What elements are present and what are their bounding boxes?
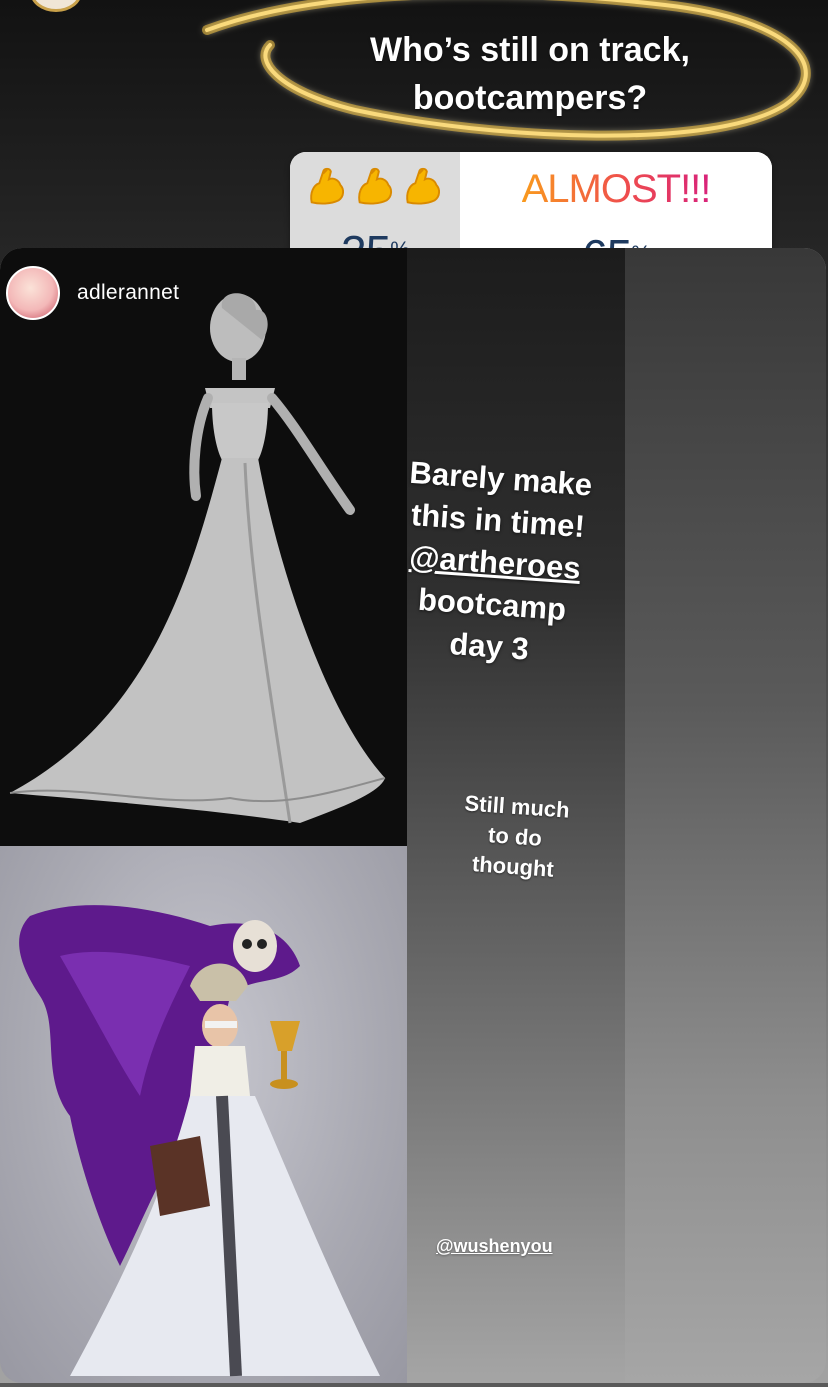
post-author-avatar[interactable] — [6, 266, 60, 320]
purple-spirit-figure-illustration — [19, 905, 380, 1377]
flexed-biceps-icon — [310, 167, 345, 205]
poll-question: Who’s still on track, bootcampers? — [300, 26, 760, 122]
story-bottom-edge — [0, 1383, 828, 1387]
flexed-biceps-icon — [406, 167, 441, 205]
poll-question-line-2: bootcampers? — [412, 79, 648, 117]
poll-option-almost-label: ALMOST!!! — [521, 167, 712, 211]
post-note: Still much to do thought — [437, 787, 593, 887]
poll-question-line-1: Who’s still on track, — [370, 31, 690, 69]
post-caption: Barely make this in time! @artheroes boo… — [353, 449, 637, 677]
shared-post[interactable]: adlerannet — [0, 248, 826, 1383]
story-author-avatar[interactable] — [30, 0, 82, 12]
flexed-biceps-emoji-row — [304, 164, 446, 210]
flexed-biceps-icon — [358, 167, 393, 205]
wushenyou-mention-link[interactable]: @wushenyou — [436, 1236, 553, 1257]
post-image-illustration — [0, 846, 407, 1383]
post-author-username[interactable]: adlerannet — [77, 281, 179, 305]
post-image-sculpt — [0, 248, 407, 846]
grey-sculpt-figure — [9, 293, 386, 824]
post-gradient-right — [625, 248, 826, 1383]
